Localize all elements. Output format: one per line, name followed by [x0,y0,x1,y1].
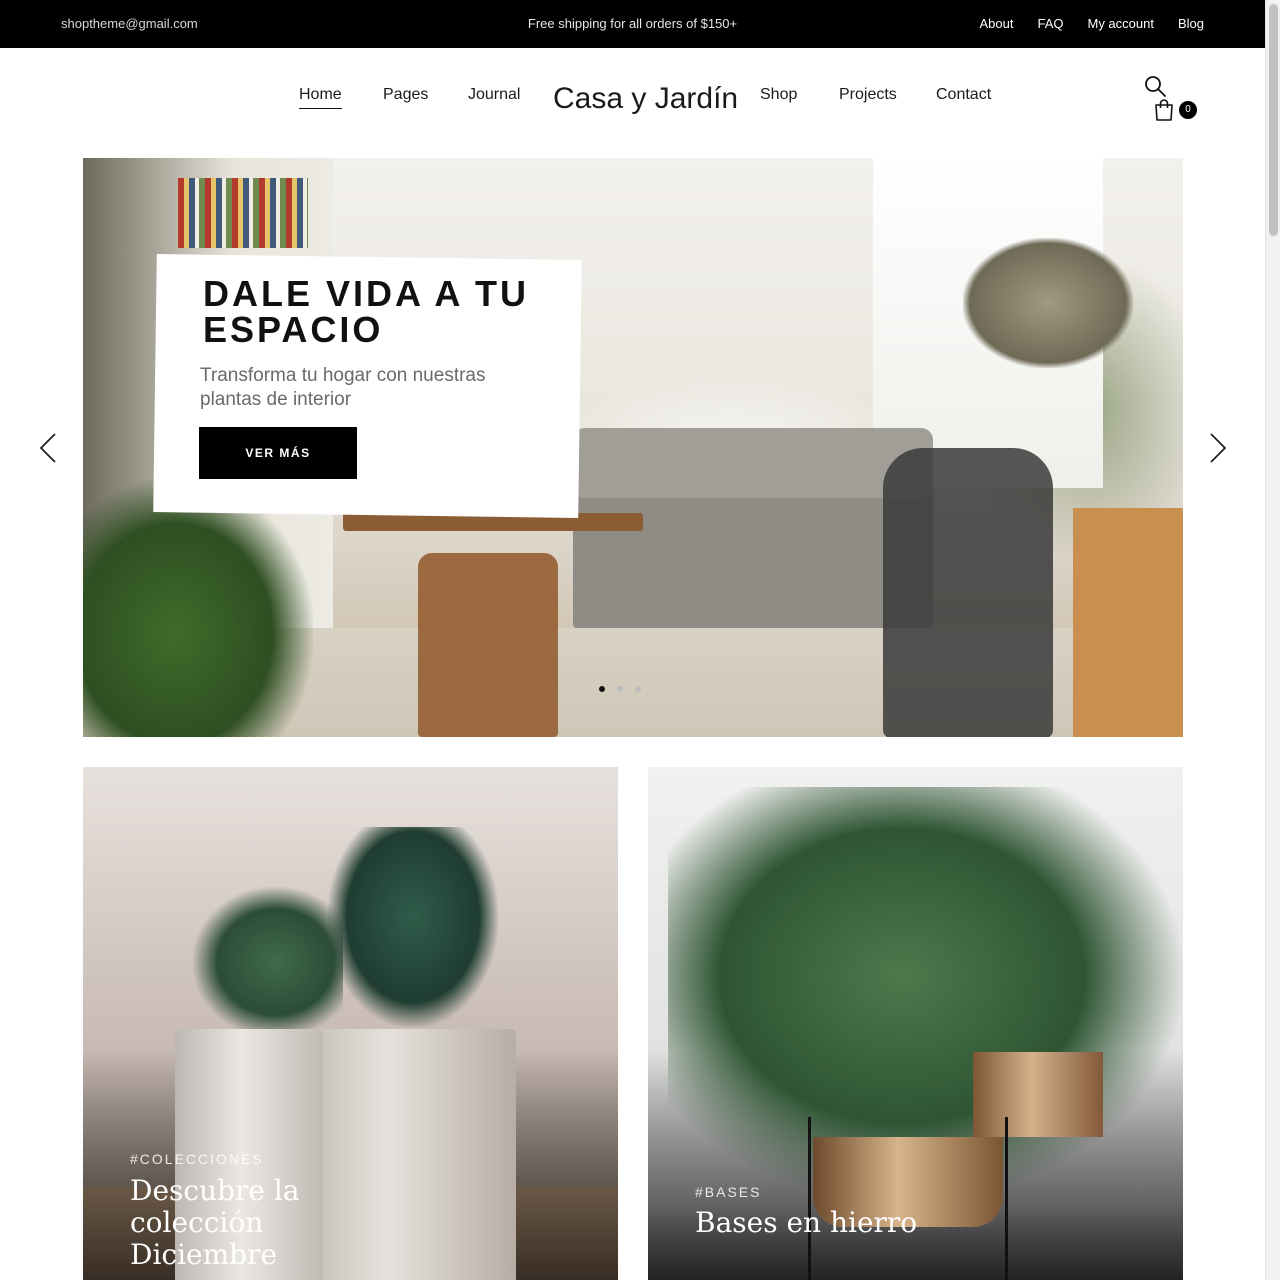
cart-icon[interactable] [1152,98,1176,122]
books-graphic [178,178,308,248]
plant-graphic [83,478,313,737]
hero-cta-button[interactable]: VER MÁS [199,427,357,479]
chevron-right-icon[interactable] [1208,432,1228,464]
top-bar: shoptheme@gmail.com Free shipping for al… [0,0,1265,48]
slider-dots [599,686,641,692]
slider-dot[interactable] [617,686,623,692]
hanging-plant-graphic [963,238,1133,368]
top-links: About FAQ My account Blog [979,16,1204,31]
banner-title[interactable]: Descubre la colección Diciembre [130,1175,390,1271]
nav-item-contact[interactable]: Contact [936,86,991,104]
scrollbar-thumb[interactable] [1269,4,1278,236]
nav-item-journal[interactable]: Journal [468,86,520,104]
office-chair-graphic [883,448,1053,737]
nav-item-home[interactable]: Home [299,86,342,109]
hero-subtitle: Transforma tu hogar con nuestras plantas… [200,365,486,410]
nav-item-projects[interactable]: Projects [839,86,897,104]
cactus-graphic [328,827,498,1027]
hero-title: DALE VIDA A TU ESPACIO [203,273,529,350]
sofa-graphic [573,428,933,628]
banner-title[interactable]: Bases en hierro [695,1207,955,1239]
banner-tag: #BASES [695,1184,762,1200]
banner-tag: #COLECCIONES [130,1151,264,1167]
top-link-about[interactable]: About [979,16,1013,31]
cart-count-badge: 0 [1179,101,1197,119]
collection-banner[interactable]: #COLECCIONES Descubre la colección Dicie… [83,767,618,1280]
chair-graphic [418,553,558,737]
nav-item-pages[interactable]: Pages [383,86,428,104]
site-logo[interactable]: Casa y Jardín [553,82,738,116]
desk-graphic [1073,508,1183,737]
search-icon[interactable] [1143,74,1167,98]
chevron-left-icon[interactable] [38,432,58,464]
slider-dot[interactable] [599,686,605,692]
nav-item-shop[interactable]: Shop [760,86,797,104]
top-link-faq[interactable]: FAQ [1037,16,1063,31]
page-scrollbar[interactable] [1265,0,1280,1280]
succulent-graphic [193,887,343,1037]
top-link-blog[interactable]: Blog [1178,16,1204,31]
top-link-my-account[interactable]: My account [1087,16,1153,31]
slider-dot[interactable] [635,686,641,692]
stands-banner[interactable]: #BASES Bases en hierro [648,767,1183,1280]
contact-email[interactable]: shoptheme@gmail.com [61,16,198,31]
